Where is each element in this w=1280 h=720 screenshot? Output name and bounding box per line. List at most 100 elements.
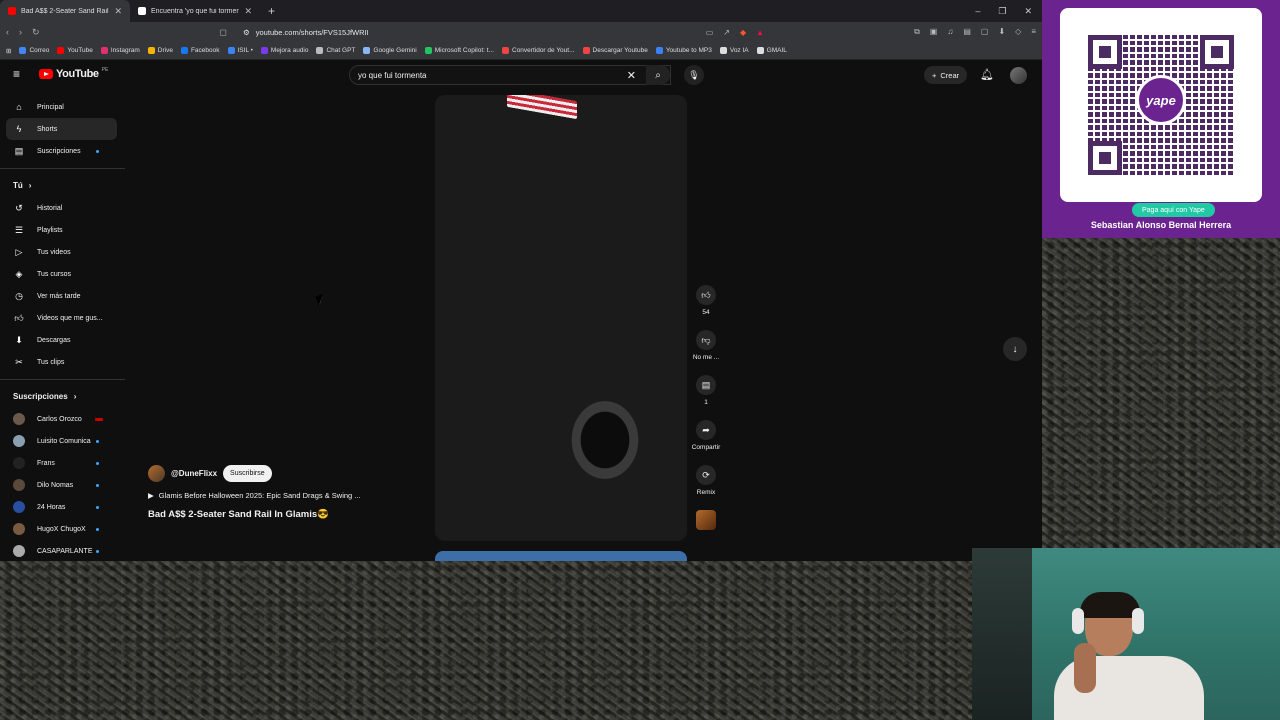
next-short-preview[interactable] (435, 551, 687, 561)
restore-icon[interactable]: ❐ (998, 6, 1006, 17)
create-button[interactable]: + Crear (924, 66, 968, 84)
channel-row: @DuneFlixx Suscribirse (148, 465, 408, 482)
wallet-icon[interactable]: ▢ (981, 27, 989, 37)
short-actions: 👍︎ 54 👎︎ No me ... ▤ 1 ➦ Compartir ⟳ Rem… (689, 285, 723, 544)
share-button[interactable]: ➦ (696, 420, 716, 440)
downloads-icon[interactable]: ⬇ (998, 27, 1005, 37)
bookmark-5[interactable]: ISIL • (227, 47, 253, 54)
back-icon[interactable]: ‹ (6, 27, 9, 37)
close-tab-icon[interactable]: ✕ (244, 6, 252, 17)
channel-avatar[interactable] (148, 465, 165, 482)
short-video-player[interactable] (435, 95, 687, 541)
vpn-icon[interactable]: ◇ (1015, 27, 1021, 37)
remix-button[interactable]: ⟳ (696, 465, 716, 485)
voice-search-button[interactable]: 🎙 (684, 65, 704, 85)
reload-icon[interactable]: ↻ (32, 27, 40, 38)
sound-thumbnail[interactable] (696, 510, 716, 530)
sidebar-item-liked[interactable]: 👍︎ Videos que me gus... (0, 307, 117, 329)
dislike-button[interactable]: 👎︎ (696, 330, 716, 350)
subscribe-button[interactable]: Suscribirse (223, 465, 272, 482)
you-section-header[interactable]: Tú › (0, 173, 125, 197)
menu-hamburger-icon[interactable]: ≡ (13, 68, 25, 80)
bookmark-favicon-icon (582, 47, 590, 54)
comments-button[interactable]: ▤ (696, 375, 716, 395)
subscriptions-section-header[interactable]: Suscripciones › (0, 384, 125, 408)
search-input[interactable]: yo que fui tormenta ✕ (349, 65, 671, 85)
person-hair (1080, 592, 1140, 618)
bookmark-label: Descargar Youtube (592, 47, 648, 54)
subscription-item[interactable]: Luisito Comunica (0, 430, 117, 452)
menu-icon[interactable]: ≡ (1031, 27, 1036, 37)
bookmark-4[interactable]: Facebook (180, 47, 220, 54)
subscription-item[interactable]: HugoX ChugoX (0, 518, 117, 540)
subscription-item[interactable]: Dilo Nomas (0, 474, 117, 496)
cast-icon[interactable]: ▭ (706, 28, 714, 37)
clear-search-icon[interactable]: ✕ (627, 69, 636, 82)
short-title[interactable]: Bad A$$ 2-Seater Sand Rail In Glamis😎 (148, 509, 408, 520)
bookmark-6[interactable]: Mejora audio (260, 47, 308, 54)
tab-active[interactable]: Bad A$$ 2-Seater Sand Rail In Glamis ✕ (0, 0, 130, 22)
bookmark-7[interactable]: Chat GPT (316, 47, 355, 54)
sidebar-item-clips[interactable]: ✂ Tus clips (0, 351, 117, 373)
new-tab-button[interactable]: + (260, 4, 283, 18)
bookmark-0[interactable]: Correo (19, 47, 49, 54)
reading-list-icon[interactable]: ▤ (963, 27, 971, 37)
webcam-shadow (972, 548, 1032, 720)
forward-icon[interactable]: › (19, 27, 22, 37)
sidebar-item-downloads[interactable]: ⬇ Descargas (0, 329, 117, 351)
sidebar-item-watch-later[interactable]: ◷ Ver más tarde (0, 285, 117, 307)
bookmark-3[interactable]: Drive (147, 47, 173, 54)
thumbs-down-icon: 👎︎ (701, 334, 711, 345)
apps-grid-icon[interactable]: ⊞ (6, 47, 11, 55)
screen: { "browser": { "tabs": [ {"title": "Bad … (0, 0, 1280, 720)
bookmark-icon[interactable]: ◻ (220, 27, 227, 38)
bookmark-10[interactable]: Convertidor de Yout... (502, 47, 575, 54)
site-info-icon[interactable]: ⚙ (243, 28, 250, 37)
playlist-link[interactable]: ▶ Glamis Before Halloween 2025: Epic San… (148, 491, 408, 500)
bookmark-11[interactable]: Descargar Youtube (582, 47, 648, 54)
channel-avatar (13, 523, 25, 535)
sidebar-item-principal[interactable]: ⌂ Principal (0, 96, 117, 118)
wallpaper-texture (1042, 238, 1280, 548)
notifications-bell-icon[interactable]: 🔔︎ (980, 68, 994, 81)
channel-name[interactable]: @DuneFlixx (171, 469, 217, 478)
brave-shield-icon[interactable]: ◆ (740, 28, 746, 37)
window-controls: – ❐ ✕ (975, 6, 1042, 17)
search-button[interactable]: ⌕ (646, 65, 670, 85)
bookmark-13[interactable]: Voz IA (719, 47, 749, 54)
sidebar-item-suscripciones[interactable]: ▤ Suscripciones (0, 140, 117, 162)
bookmark-12[interactable]: Youtube to MP3 (655, 47, 712, 54)
account-avatar[interactable] (1010, 67, 1027, 84)
share-arrow-icon: ➦ (702, 424, 710, 435)
share-icon[interactable]: ↗ (723, 28, 730, 37)
sidebar-item-history[interactable]: ↺ Historial (0, 197, 117, 219)
bookmark-2[interactable]: Instagram (100, 47, 140, 54)
url-field[interactable]: ⚙ youtube.com/shorts/FVS15JfWRII (237, 24, 696, 40)
close-window-icon[interactable]: ✕ (1024, 6, 1032, 17)
youtube-logo[interactable]: YouTube PE (39, 67, 108, 80)
minimize-icon[interactable]: – (975, 6, 980, 17)
subscription-item[interactable]: Carlos Orozco (0, 408, 117, 430)
bookmark-14[interactable]: GMAIL (756, 47, 787, 54)
url-text: youtube.com/shorts/FVS15JfWRII (255, 27, 369, 37)
bookmark-8[interactable]: Google Gemini (363, 47, 417, 54)
comment-icon: ▤ (701, 379, 711, 390)
subscription-item[interactable]: CASAPARLANTE (0, 540, 117, 561)
brave-rewards-icon[interactable]: ▲ (756, 28, 764, 37)
subscription-item[interactable]: 24 Horas (0, 496, 117, 518)
bookmark-1[interactable]: YouTube (57, 47, 93, 54)
sidebar-item-your-videos[interactable]: ▷ Tus videos (0, 241, 117, 263)
next-short-button[interactable]: ↓ (1003, 337, 1027, 361)
sidebar-item-shorts[interactable]: ϟ Shorts (6, 118, 117, 140)
music-icon[interactable]: ♫ (947, 27, 953, 37)
subscription-item[interactable]: Frans (0, 452, 117, 474)
tab-inactive[interactable]: Encuentra 'yo que fui tormenta' en Tik ✕ (130, 0, 260, 22)
close-tab-icon[interactable]: ✕ (114, 6, 122, 17)
subscription-label: CASAPARLANTE (37, 547, 93, 555)
bookmark-9[interactable]: Microsoft Copilot: t... (424, 47, 494, 54)
extensions-icon[interactable]: ⧉ (914, 27, 920, 37)
sidebar-icon[interactable]: ▣ (930, 27, 938, 37)
like-button[interactable]: 👍︎ (696, 285, 716, 305)
sidebar-item-courses[interactable]: ◈ Tus cursos (0, 263, 117, 285)
sidebar-item-playlists[interactable]: ☰ Playlists (0, 219, 117, 241)
